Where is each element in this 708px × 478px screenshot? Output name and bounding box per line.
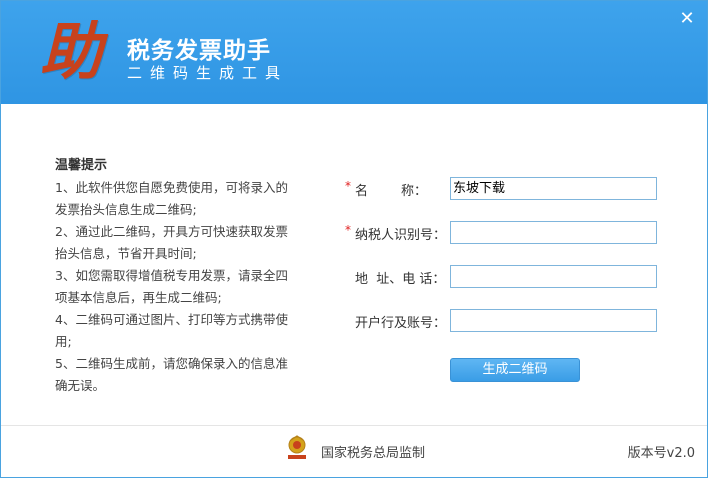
taxpayer-id-label: 纳税人识别号： <box>355 228 447 243</box>
tips-panel: 温馨提示 1、此软件供您自愿免费使用，可将录入的发票抬头信息生成二维码; 2、通… <box>55 155 295 397</box>
tip-item: 3、如您需取得增值税专用发票，请录全四项基本信息后，再生成二维码; <box>55 268 288 305</box>
header-banner: 助 税务发票助手 二维码生成工具 ✕ <box>1 1 707 104</box>
bank-account-input[interactable] <box>450 309 657 332</box>
address-phone-label: 地 址、电 话： <box>355 272 446 287</box>
tip-item: 1、此软件供您自愿免费使用，可将录入的发票抬头信息生成二维码; <box>55 180 288 217</box>
tips-title: 温馨提示 <box>55 158 108 173</box>
tip-item: 2、通过此二维码，开具方可快速获取发票抬头信息，节省开具时间; <box>55 224 288 261</box>
name-label: 名 称： <box>355 184 428 199</box>
tip-item: 5、二维码生成前，请您确保录入的信息准确无误。 <box>55 356 288 393</box>
generate-qr-button[interactable]: 生成二维码 <box>450 358 580 382</box>
app-window: 助 税务发票助手 二维码生成工具 ✕ 温馨提示 1、此软件供您自愿免费使用，可将… <box>0 0 708 478</box>
logo-icon: 助 <box>39 15 102 88</box>
required-mark: * <box>345 223 351 237</box>
address-phone-input[interactable] <box>450 265 657 288</box>
tip-item: 4、二维码可通过图片、打印等方式携带使用; <box>55 312 288 349</box>
close-icon[interactable]: ✕ <box>677 9 697 29</box>
taxpayer-id-input[interactable] <box>450 221 657 244</box>
version-text: 版本号v2.0 <box>627 446 695 461</box>
tax-emblem-icon <box>288 435 306 459</box>
required-mark: * <box>345 179 351 193</box>
name-input[interactable] <box>450 177 657 200</box>
app-subtitle: 二维码生成工具 <box>127 64 289 82</box>
bank-account-label: 开户行及账号： <box>355 316 447 331</box>
app-title: 税务发票助手 <box>127 38 271 64</box>
footer-divider <box>1 425 707 426</box>
supervise-text: 国家税务总局监制 <box>321 446 426 461</box>
